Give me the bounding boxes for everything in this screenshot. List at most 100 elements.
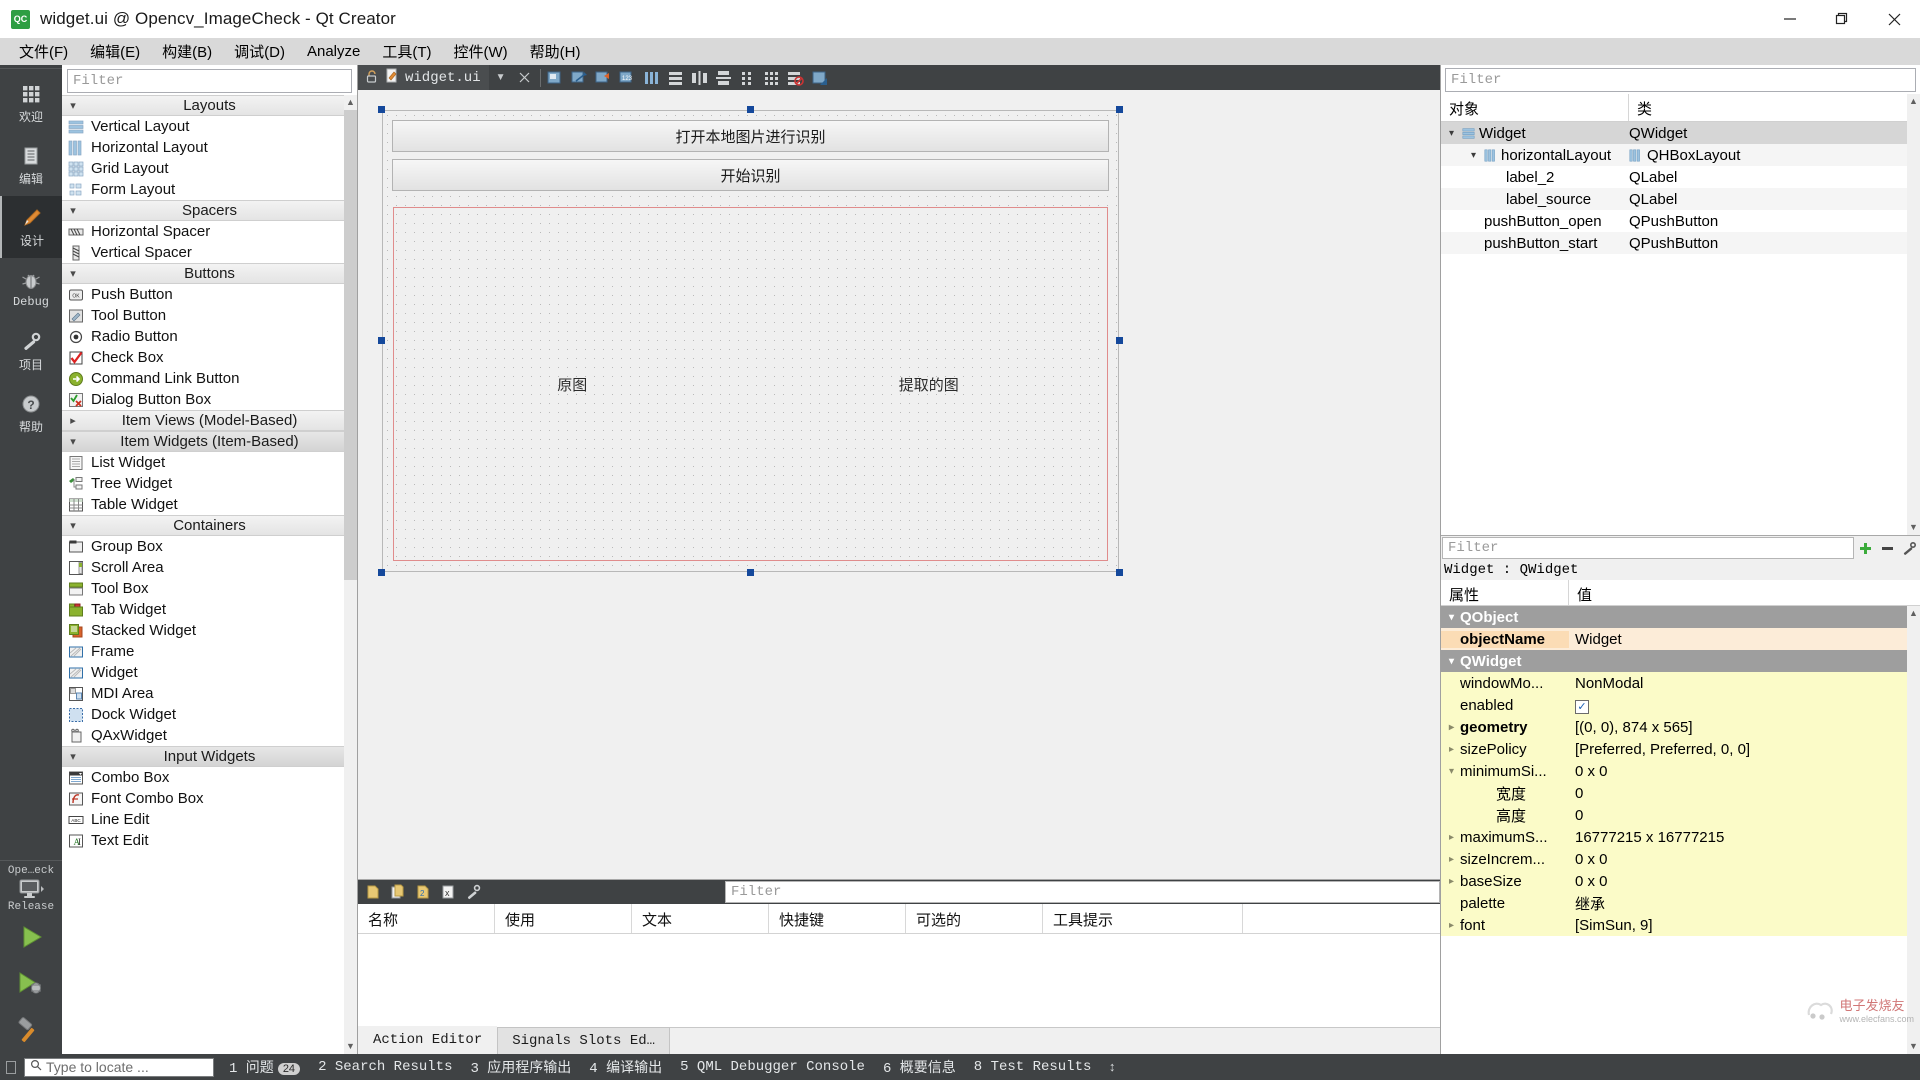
widget-box-list[interactable]: ▾ Layouts Vertical Layout Horizontal Layout… <box>62 95 357 1054</box>
property-row-geometry[interactable]: ▸ geometry [(0, 0), 874 x 565] <box>1441 716 1907 738</box>
property-row-minimumSi[interactable]: ▾ minimumSi... 0 x 0 <box>1441 760 1907 782</box>
widget-box-category-containers[interactable]: ▾ Containers <box>62 515 357 536</box>
resize-handle-n[interactable] <box>747 106 754 113</box>
widget-box-category-item-views-model-based[interactable]: ▸ Item Views (Model-Based) <box>62 410 357 431</box>
menu-item-4[interactable]: Analyze <box>296 40 371 63</box>
widget-box-item-font-combo-box[interactable]: Font Combo Box <box>62 788 357 809</box>
wrench-icon[interactable] <box>1898 537 1920 559</box>
chevron-right-icon[interactable]: ▸ <box>1445 744 1458 755</box>
widget-box-item-tool-box[interactable]: Tool Box <box>62 578 357 599</box>
mode-item-Debug[interactable]: Debug <box>0 258 62 320</box>
widget-box-item-command-link-button[interactable]: Command Link Button <box>62 368 357 389</box>
mode-item-欢迎[interactable]: 欢迎 <box>0 72 62 134</box>
property-row-maximumS[interactable]: ▸ maximumS... 16777215 x 16777215 <box>1441 826 1907 848</box>
widget-box-scroll-thumb[interactable] <box>344 110 357 580</box>
property-row-sizePolicy[interactable]: ▸ sizePolicy [Preferred, Preferred, 0, 0] <box>1441 738 1907 760</box>
widget-box-item-form-layout[interactable]: Form Layout <box>62 179 357 200</box>
close-icon[interactable] <box>513 65 537 90</box>
widget-box-category-layouts[interactable]: ▾ Layouts <box>62 95 357 116</box>
mode-item-项目[interactable]: 项目 <box>0 320 62 382</box>
layout-splitter-v-icon[interactable] <box>712 65 736 90</box>
chevron-down-icon[interactable]: ▾ <box>1445 612 1458 623</box>
status-item-5[interactable]: 6 概要信息 <box>874 1057 965 1077</box>
scroll-down-icon[interactable]: ▼ <box>1907 1039 1920 1054</box>
scroll-down-icon[interactable]: ▼ <box>1907 520 1920 535</box>
restore-button[interactable] <box>1816 0 1868 38</box>
object-inspector-filter-input[interactable]: Filter <box>1445 68 1916 92</box>
property-row-windowMo[interactable]: windowMo... NonModal <box>1441 672 1907 694</box>
widget-box-item-vertical-spacer[interactable]: Vertical Spacer <box>62 242 357 263</box>
chevron-right-icon[interactable]: ▸ <box>1445 722 1458 733</box>
updown-arrow-icon[interactable]: ↕ <box>1108 1060 1116 1075</box>
action-editor-col-2[interactable]: 文本 <box>632 904 769 933</box>
widget-box-item-table-widget[interactable]: Table Widget <box>62 494 357 515</box>
widget-box-item-combo-box[interactable]: Combo Box <box>62 767 357 788</box>
close-button[interactable] <box>1868 0 1920 38</box>
object-inspector-row-horizontalLayout[interactable]: ▾ horizontalLayout QHBoxLayout <box>1441 144 1907 166</box>
debug-button[interactable] <box>0 960 62 1007</box>
minimize-button[interactable] <box>1764 0 1816 38</box>
menu-item-3[interactable]: 调试(D) <box>223 38 296 65</box>
chevron-down-icon[interactable]: ▾ <box>1445 656 1458 667</box>
status-item-3[interactable]: 4 编译输出 <box>580 1057 671 1077</box>
form-button-pushButton_start[interactable]: 开始识别 <box>392 159 1109 191</box>
object-inspector-scrollbar[interactable]: ▲ ▼ <box>1907 94 1920 535</box>
menu-item-0[interactable]: 文件(F) <box>8 38 79 65</box>
layout-horizontal-icon[interactable] <box>640 65 664 90</box>
chevron-right-icon[interactable]: ▸ <box>1445 920 1458 931</box>
widget-box-item-tool-button[interactable]: Tool Button <box>62 305 357 326</box>
widget-box-item-group-box[interactable]: Group Box <box>62 536 357 557</box>
widget-box-item-mdi-area[interactable]: MDI Area <box>62 683 357 704</box>
horizontal-layout-region[interactable]: 原图 提取的图 <box>393 207 1108 561</box>
chevron-right-icon[interactable]: ▸ <box>1445 876 1458 887</box>
paste-action-icon[interactable]: 2 <box>412 881 434 903</box>
edit-tab-order-icon[interactable]: 123 <box>616 65 640 90</box>
delete-action-icon[interactable]: x <box>437 881 459 903</box>
scroll-up-icon[interactable]: ▲ <box>1907 606 1920 621</box>
output-pane-toggle-icon[interactable] <box>6 1060 16 1074</box>
widget-box-item-dock-widget[interactable]: Dock Widget <box>62 704 357 725</box>
copy-action-icon[interactable] <box>387 881 409 903</box>
scroll-down-icon[interactable]: ▼ <box>344 1039 357 1054</box>
widget-box-item-grid-layout[interactable]: Grid Layout <box>62 158 357 179</box>
widget-box-item-check-box[interactable]: Check Box <box>62 347 357 368</box>
widget-box-item-horizontal-spacer[interactable]: Horizontal Spacer <box>62 221 357 242</box>
property-row-objectName[interactable]: objectName Widget <box>1441 628 1907 650</box>
menu-item-1[interactable]: 编辑(E) <box>79 38 151 65</box>
status-item-0[interactable]: 1 问题 24 <box>220 1057 309 1077</box>
editor-tab-widget-ui[interactable]: widget.ui <box>358 65 489 90</box>
new-action-icon[interactable] <box>362 881 384 903</box>
widget-box-category-item-widgets-item-based[interactable]: ▾ Item Widgets (Item-Based) <box>62 431 357 452</box>
locator-input[interactable]: Type to locate ... <box>24 1057 214 1077</box>
property-row-QWidget[interactable]: ▾ QWidget <box>1441 650 1907 672</box>
action-editor-rows[interactable] <box>358 934 1440 1027</box>
widget-box-scrollbar[interactable]: ▲ ▼ <box>344 95 357 1054</box>
resize-handle-sw[interactable] <box>378 569 385 576</box>
layout-form-icon[interactable] <box>736 65 760 90</box>
scroll-up-icon[interactable]: ▲ <box>344 95 357 110</box>
widget-box-filter-input[interactable]: Filter <box>67 69 352 93</box>
menu-item-2[interactable]: 构建(B) <box>151 38 223 65</box>
chevron-down-icon[interactable]: ▼ <box>489 65 513 90</box>
menu-item-7[interactable]: 帮助(H) <box>519 38 592 65</box>
widget-box-item-stacked-widget[interactable]: Stacked Widget <box>62 620 357 641</box>
layout-vertical-icon[interactable] <box>664 65 688 90</box>
widget-box-item-dialog-button-box[interactable]: Dialog Button Box <box>62 389 357 410</box>
action-editor-col-3[interactable]: 快捷键 <box>769 904 906 933</box>
layout-grid-icon[interactable] <box>760 65 784 90</box>
status-item-1[interactable]: 2 Search Results <box>309 1059 461 1075</box>
plus-icon[interactable] <box>1854 537 1876 559</box>
adjust-size-icon[interactable] <box>808 65 832 90</box>
menu-item-6[interactable]: 控件(W) <box>443 38 519 65</box>
object-inspector-row-pushButton_start[interactable]: pushButton_start QPushButton <box>1441 232 1907 254</box>
widget-box-item-tree-widget[interactable]: Tree Widget <box>62 473 357 494</box>
widget-box-item-qaxwidget[interactable]: QAxWidget <box>62 725 357 746</box>
run-button[interactable] <box>0 913 62 960</box>
mode-item-编辑[interactable]: 编辑 <box>0 134 62 196</box>
resize-handle-nw[interactable] <box>378 106 385 113</box>
widget-box-item-frame[interactable]: Frame <box>62 641 357 662</box>
property-row-sizeIncrem[interactable]: ▸ sizeIncrem... 0 x 0 <box>1441 848 1907 870</box>
action-editor-col-4[interactable]: 可选的 <box>906 904 1043 933</box>
property-row-font[interactable]: ▸ font [SimSun, 9] <box>1441 914 1907 936</box>
widget-box-item-push-button[interactable]: OK Push Button <box>62 284 357 305</box>
